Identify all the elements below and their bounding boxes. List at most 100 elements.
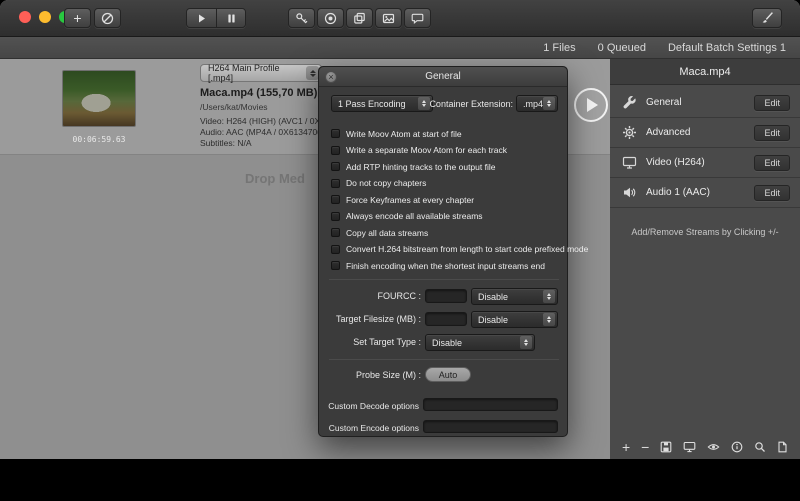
sidebar-item-label: General	[646, 97, 682, 108]
checkbox-label: Write a separate Moov Atom for each trac…	[346, 145, 507, 155]
sidebar-item-label: Video (H264)	[646, 157, 705, 168]
edit-advanced-button[interactable]: Edit	[754, 125, 790, 141]
checkbox[interactable]	[331, 179, 340, 188]
save-icon[interactable]	[660, 441, 672, 453]
sidebar-item-general[interactable]: General Edit	[610, 88, 800, 118]
checkbox-label: Do not copy chapters	[346, 178, 426, 188]
chevron-updown-icon	[543, 313, 555, 326]
play-icon	[587, 98, 598, 112]
transport-segment	[186, 8, 246, 28]
eye-icon[interactable]	[707, 441, 720, 453]
probe-size-auto-button[interactable]: Auto	[425, 367, 471, 382]
files-count: 1 Files	[543, 42, 575, 54]
checkbox-label: Copy all data streams	[346, 228, 428, 238]
checkbox-label: Always encode all available streams	[346, 211, 483, 221]
checkbox-row: Convert H.264 bitstream from length to s…	[331, 244, 588, 255]
checkbox-row: Copy all data streams	[331, 227, 428, 238]
checkbox-label: Write Moov Atom at start of file	[346, 129, 462, 139]
minimize-window-button[interactable]	[39, 11, 51, 23]
presets-button[interactable]	[288, 8, 315, 28]
checkbox[interactable]	[331, 245, 340, 254]
video-thumbnail[interactable]	[62, 70, 136, 127]
checkbox[interactable]	[331, 162, 340, 171]
sidebar-item-label: Audio 1 (AAC)	[646, 187, 710, 198]
edit-audio-button[interactable]: Edit	[754, 185, 790, 201]
brush-icon	[760, 11, 774, 25]
checkbox[interactable]	[331, 129, 340, 138]
target-filesize-select[interactable]: Disable	[471, 311, 558, 328]
checkbox[interactable]	[331, 228, 340, 237]
sidebar-toolbar: + −	[610, 437, 800, 457]
dialog-title: General	[319, 71, 567, 82]
record-icon	[324, 12, 337, 25]
gear-icon	[620, 125, 638, 140]
cancel-button[interactable]	[94, 8, 121, 28]
batch-settings-label[interactable]: Default Batch Settings 1	[668, 42, 786, 54]
document-icon[interactable]	[777, 441, 788, 453]
container-extension-select[interactable]: .mp4	[516, 95, 558, 112]
edit-video-button[interactable]: Edit	[754, 155, 790, 171]
sidebar-file-title: Maca.mp4	[610, 59, 800, 85]
checkbox-row: Write Moov Atom at start of file	[331, 128, 462, 139]
fourcc-input[interactable]	[425, 289, 467, 303]
checkbox[interactable]	[331, 195, 340, 204]
container-extension-value: .mp4	[523, 99, 543, 109]
checkbox-row: Add RTP hinting tracks to the output fil…	[331, 161, 495, 172]
checkbox-row: Force Keyframes at every chapter	[331, 194, 474, 205]
monitor-icon[interactable]	[683, 441, 696, 453]
sidebar-item-video[interactable]: Video (H264) Edit	[610, 148, 800, 178]
fourcc-label: FOURCC :	[319, 291, 421, 301]
chevron-updown-icon	[543, 290, 555, 303]
add-stream-button[interactable]: +	[622, 440, 630, 454]
preview-play-button[interactable]	[574, 88, 608, 122]
target-filesize-input[interactable]	[425, 312, 467, 326]
wrench-icon	[620, 95, 638, 110]
target-filesize-select-value: Disable	[478, 315, 508, 325]
checkbox-label: Convert H.264 bitstream from length to s…	[346, 244, 588, 254]
file-name: Maca.mp4 (155,70 MB)	[200, 87, 317, 99]
add-file-button[interactable]: +	[64, 8, 91, 28]
subtitles-info: Subtitles: N/A	[200, 138, 252, 148]
pause-icon	[226, 13, 237, 24]
inspector-toggle-button[interactable]	[752, 8, 782, 28]
dialog-title-bar[interactable]: × General	[319, 67, 567, 87]
divider	[329, 359, 559, 360]
duration-label: 00:06:59.63	[62, 135, 136, 144]
set-target-type-label: Set Target Type :	[319, 337, 421, 347]
set-target-type-select[interactable]: Disable	[425, 334, 535, 351]
batch-button[interactable]	[346, 8, 373, 28]
remove-stream-button[interactable]: −	[641, 440, 649, 454]
checkbox-label: Finish encoding when the shortest input …	[346, 261, 545, 271]
sidebar-item-advanced[interactable]: Advanced Edit	[610, 118, 800, 148]
checkbox[interactable]	[331, 146, 340, 155]
drop-media-hint: Drop Med	[245, 171, 305, 186]
preview-button[interactable]	[375, 8, 402, 28]
file-path: /Users/kat/Movies	[200, 102, 268, 112]
preset-dropdown[interactable]: H264 Main Profile [.mp4]	[200, 64, 322, 82]
play-icon	[196, 13, 207, 24]
custom-decode-input[interactable]	[423, 398, 558, 411]
pause-button[interactable]	[216, 9, 245, 27]
info-icon[interactable]	[731, 441, 743, 453]
image-icon	[382, 12, 395, 25]
key-icon	[295, 12, 308, 25]
sidebar-item-audio[interactable]: Audio 1 (AAC) Edit	[610, 178, 800, 208]
layers-icon	[353, 12, 366, 25]
close-window-button[interactable]	[19, 11, 31, 23]
log-button[interactable]	[404, 8, 431, 28]
custom-encode-input[interactable]	[423, 420, 558, 433]
checkbox[interactable]	[331, 212, 340, 221]
fourcc-select[interactable]: Disable	[471, 288, 558, 305]
record-button[interactable]	[317, 8, 344, 28]
streams-hint: Add/Remove Streams by Clicking +/-	[610, 227, 800, 237]
custom-decode-label: Custom Decode options	[319, 401, 419, 411]
checkbox[interactable]	[331, 261, 340, 270]
divider	[329, 279, 559, 280]
checkbox-row: Finish encoding when the shortest input …	[331, 260, 545, 271]
title-bar: +	[0, 0, 800, 37]
prohibit-icon	[101, 12, 114, 25]
edit-general-button[interactable]: Edit	[754, 95, 790, 111]
checkbox-row: Do not copy chapters	[331, 178, 426, 189]
search-icon[interactable]	[754, 441, 766, 453]
play-button[interactable]	[187, 9, 216, 27]
